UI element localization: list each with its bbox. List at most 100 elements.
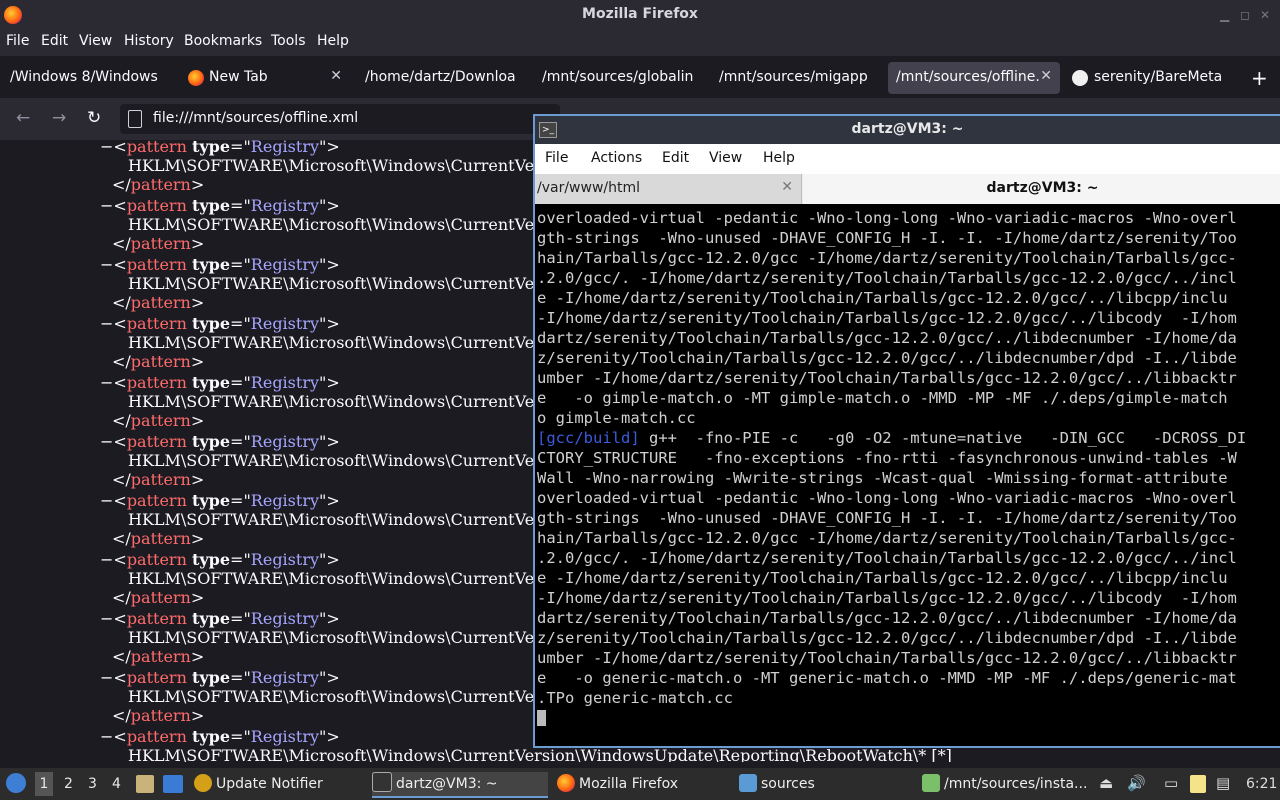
task-file-manager[interactable]: /mnt/sources/insta... xyxy=(922,772,1092,796)
xml-punct: "> xyxy=(319,432,340,451)
menu-edit[interactable]: Edit xyxy=(41,33,68,49)
terminal-line: e -I/home/dartz/serenity/Toolchain/Tarba… xyxy=(537,569,1228,587)
workspace-3[interactable]: 3 xyxy=(88,776,97,792)
menu-bookmarks[interactable]: Bookmarks xyxy=(184,33,262,49)
display-icon[interactable]: ▭ xyxy=(1164,774,1178,792)
terminal-menu-view[interactable]: View xyxy=(709,150,742,166)
xml-open-tag[interactable]: −<pattern type="Registry"> xyxy=(100,668,340,687)
tab-downloads[interactable]: /home/dartz/Downloa xyxy=(355,62,527,94)
desktop-icon[interactable] xyxy=(163,775,183,793)
terminal-tab-home[interactable]: dartz@VM3: ~ xyxy=(803,174,1280,204)
close-tab-icon[interactable]: ✕ xyxy=(330,68,342,84)
xml-open-tag[interactable]: −<pattern type="Registry"> xyxy=(100,491,340,510)
workspace-4[interactable]: 4 xyxy=(112,776,121,792)
xml-open-tag[interactable]: −<pattern type="Registry"> xyxy=(100,373,340,392)
menu-file[interactable]: File xyxy=(6,33,29,49)
xml-punct: =" xyxy=(230,727,251,746)
xml-open-tag[interactable]: −<pattern type="Registry"> xyxy=(100,196,340,215)
xml-open-tag[interactable]: −<pattern type="Registry"> xyxy=(100,314,340,333)
xml-punct: > xyxy=(190,175,205,194)
terminal-line: hain/Tarballs/gcc-12.2.0/gcc -I/home/dar… xyxy=(537,529,1237,547)
xml-punct: </ xyxy=(112,293,131,312)
xml-punct: =" xyxy=(230,668,251,687)
xml-text-content: HKLM\SOFTWARE\Microsoft\Windows\CurrentV… xyxy=(128,274,535,293)
xml-text-content: HKLM\SOFTWARE\Microsoft\Windows\CurrentV… xyxy=(128,156,535,175)
xml-punct: </ xyxy=(112,470,131,489)
xml-punct: > xyxy=(190,706,205,725)
xml-collapse-toggle: −< xyxy=(100,609,127,628)
tab-new-tab[interactable]: New Tab ✕ xyxy=(178,62,350,94)
tab-serenity[interactable]: serenity/BareMeta xyxy=(1064,62,1240,94)
tab-windows8[interactable]: /Windows 8/Windows xyxy=(0,62,175,94)
notes-icon[interactable] xyxy=(1190,775,1206,793)
xml-open-tag[interactable]: −<pattern type="Registry"> xyxy=(100,140,340,156)
forward-arrow-icon[interactable]: → xyxy=(52,108,66,128)
xml-collapse-toggle: −< xyxy=(100,727,127,746)
eject-icon[interactable]: ⏏ xyxy=(1099,774,1113,792)
file-manager-launcher-icon[interactable] xyxy=(136,775,154,793)
task-sources[interactable]: sources xyxy=(739,772,915,796)
task-label: /mnt/sources/insta... xyxy=(944,776,1088,792)
xml-collapse-toggle: −< xyxy=(100,432,127,451)
menu-help[interactable]: Help xyxy=(317,33,349,49)
xml-attr-value: Registry xyxy=(250,609,319,628)
xml-open-tag[interactable]: −<pattern type="Registry"> xyxy=(100,609,340,628)
xml-attr-value: Registry xyxy=(250,432,319,451)
terminal-title: dartz@VM3: ~ xyxy=(851,121,964,137)
xml-attr-name: type xyxy=(191,196,231,215)
task-update-notifier[interactable]: Update Notifier xyxy=(194,772,364,796)
tab-globalinstall[interactable]: /mnt/sources/globalin xyxy=(532,62,704,94)
terminal-line: [gcc/build] g++ -fno-PIE -c -g0 -O2 -mtu… xyxy=(537,429,1247,447)
menu-view[interactable]: View xyxy=(79,33,112,49)
task-terminal[interactable]: dartz@VM3: ~ xyxy=(372,772,548,798)
xml-open-tag[interactable]: −<pattern type="Registry"> xyxy=(100,432,340,451)
workspace-1[interactable]: 1 xyxy=(35,772,53,796)
terminal-menu-help[interactable]: Help xyxy=(763,150,795,166)
minimize-icon[interactable]: ▁ xyxy=(1220,8,1229,22)
back-arrow-icon[interactable]: ← xyxy=(16,108,30,128)
tab-offline-xml[interactable]: /mnt/sources/offline. ✕ xyxy=(888,62,1060,94)
xml-attr-value: Registry xyxy=(250,196,319,215)
clipboard-icon[interactable]: ▤ xyxy=(1216,774,1230,792)
terminal-menu-edit[interactable]: Edit xyxy=(662,150,689,166)
terminal-line: e -I/home/dartz/serenity/Toolchain/Tarba… xyxy=(537,289,1228,307)
xml-open-tag[interactable]: −<pattern type="Registry"> xyxy=(100,255,340,274)
terminal-line: dartz/serenity/Toolchain/Tarballs/gcc-12… xyxy=(537,609,1237,627)
xml-open-tag[interactable]: −<pattern type="Registry"> xyxy=(100,550,340,569)
menu-history[interactable]: History xyxy=(124,33,174,49)
start-menu-icon[interactable] xyxy=(6,773,26,793)
task-firefox[interactable]: Mozilla Firefox xyxy=(557,772,733,796)
terminal-tab-label: dartz@VM3: ~ xyxy=(986,180,1099,196)
xml-punct: "> xyxy=(319,609,340,628)
xml-attr-value: Registry xyxy=(250,550,319,569)
clock: 6:21 xyxy=(1246,776,1278,792)
xml-close-tag: </pattern> xyxy=(112,529,204,548)
xml-tag-name: pattern xyxy=(130,470,191,489)
terminal-line: .TPo generic-match.cc xyxy=(537,689,733,707)
new-tab-plus-icon[interactable]: + xyxy=(1251,66,1268,90)
close-tab-icon[interactable]: ✕ xyxy=(781,179,793,195)
xml-punct: "> xyxy=(319,550,340,569)
workspace-2[interactable]: 2 xyxy=(64,776,73,792)
terminal-line: z/serenity/Toolchain/Tarballs/gcc-12.2.0… xyxy=(537,349,1237,367)
xml-tag-name: pattern xyxy=(126,314,187,333)
menu-tools[interactable]: Tools xyxy=(271,33,306,49)
maximize-icon[interactable]: ◻ xyxy=(1240,8,1250,22)
reload-icon[interactable]: ↻ xyxy=(87,108,101,128)
xml-punct: "> xyxy=(319,196,340,215)
xml-open-tag[interactable]: −<pattern type="Registry"> xyxy=(100,727,340,746)
terminal-window[interactable]: >_ dartz@VM3: ~ File Actions Edit View H… xyxy=(533,114,1280,748)
terminal-tab-var-www[interactable]: /var/www/html ✕ xyxy=(535,174,802,204)
xml-attr-value: Registry xyxy=(250,373,319,392)
xml-tag-name: pattern xyxy=(126,727,187,746)
close-icon[interactable]: ✕ xyxy=(1260,8,1270,22)
tab-migapp[interactable]: /mnt/sources/migapp xyxy=(709,62,881,94)
tab-label: New Tab xyxy=(209,69,268,85)
terminal-title-bar: >_ dartz@VM3: ~ xyxy=(535,116,1280,144)
url-bar[interactable]: file:///mnt/sources/offline.xml xyxy=(120,104,560,134)
volume-icon[interactable]: 🔊 xyxy=(1127,774,1146,792)
terminal-menu-actions[interactable]: Actions xyxy=(591,150,642,166)
terminal-menu-file[interactable]: File xyxy=(545,150,568,166)
close-tab-icon[interactable]: ✕ xyxy=(1040,68,1052,84)
terminal-output[interactable]: overloaded-virtual -pedantic -Wno-long-l… xyxy=(537,208,1280,746)
